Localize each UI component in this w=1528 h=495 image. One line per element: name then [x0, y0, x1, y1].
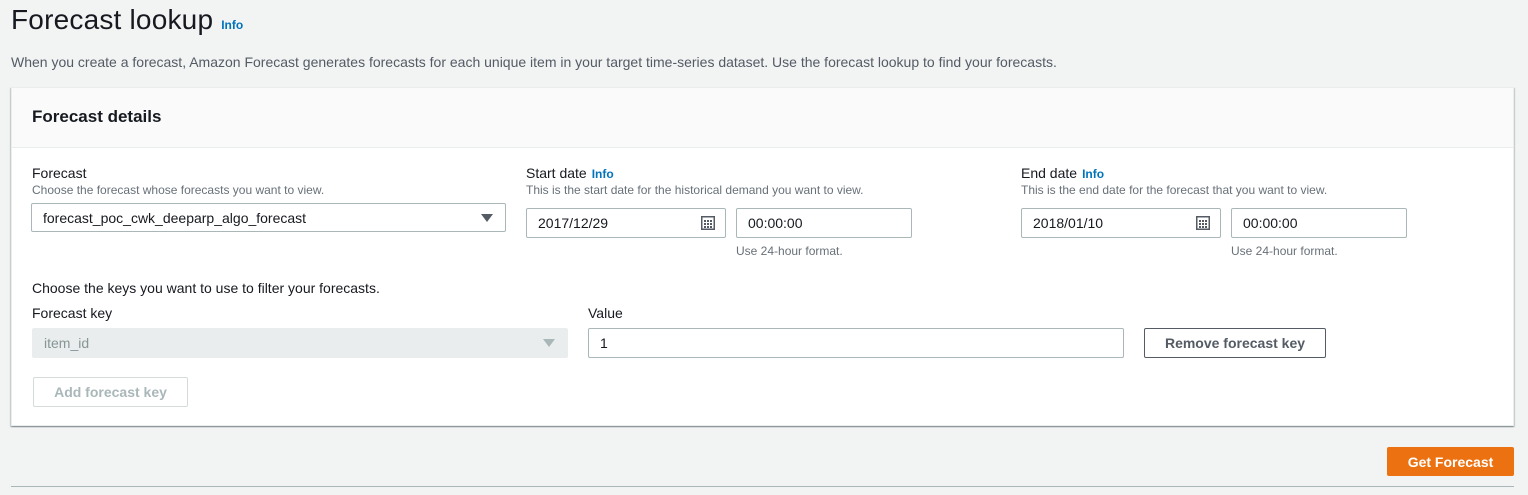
forecast-select-value: forecast_poc_cwk_deeparp_algo_forecast: [43, 209, 307, 226]
forecast-key-label: Forecast key: [32, 305, 113, 321]
page-description: When you create a forecast, Amazon Forec…: [11, 54, 1057, 70]
forecast-label-text: Forecast: [32, 165, 87, 181]
page-header: Forecast lookup Info: [11, 4, 243, 36]
start-date-label-text: Start date: [526, 165, 587, 181]
end-date-label: End date Info: [1021, 165, 1104, 181]
keys-intro: Choose the keys you want to use to filte…: [32, 280, 380, 296]
end-date-input[interactable]: 2018/01/10: [1021, 208, 1221, 238]
end-date-description: This is the end date for the forecast th…: [1021, 183, 1328, 197]
start-date-input[interactable]: 2017/12/29: [526, 208, 726, 238]
end-date-info-link[interactable]: Info: [1082, 167, 1104, 181]
get-forecast-button[interactable]: Get Forecast: [1387, 447, 1514, 476]
end-date-label-text: End date: [1021, 165, 1078, 181]
start-time-hint: Use 24-hour format.: [736, 244, 843, 258]
caret-down-icon: [543, 339, 555, 347]
page-title: Forecast lookup: [11, 4, 214, 35]
bottom-divider: [11, 486, 1514, 487]
forecast-label: Forecast: [32, 165, 86, 181]
value-label: Value: [588, 305, 623, 321]
calendar-icon[interactable]: [1196, 216, 1210, 230]
remove-forecast-key-button[interactable]: Remove forecast key: [1144, 328, 1326, 358]
start-date-info-link[interactable]: Info: [592, 167, 614, 181]
page-info-link[interactable]: Info: [221, 18, 243, 32]
add-forecast-key-button: Add forecast key: [33, 377, 188, 407]
forecast-details-panel: Forecast details Forecast Choose the for…: [11, 87, 1514, 426]
end-time-value: 00:00:00: [1243, 215, 1298, 231]
forecast-select[interactable]: forecast_poc_cwk_deeparp_algo_forecast: [31, 203, 506, 232]
start-date-label: Start date Info: [526, 165, 614, 181]
forecast-key-select: item_id: [32, 328, 568, 358]
start-time-value: 00:00:00: [748, 215, 803, 231]
calendar-icon[interactable]: [701, 216, 715, 230]
panel-title: Forecast details: [32, 107, 162, 126]
forecast-key-value-input[interactable]: 1: [588, 328, 1124, 358]
start-date-description: This is the start date for the historica…: [526, 183, 864, 197]
start-date-value: 2017/12/29: [538, 215, 609, 231]
forecast-key-value: item_id: [44, 335, 90, 351]
start-time-input[interactable]: 00:00:00: [736, 208, 912, 238]
forecast-lookup-page: Forecast lookup Info When you create a f…: [0, 0, 1528, 495]
forecast-description: Choose the forecast whose forecasts you …: [32, 183, 325, 197]
forecast-key-value-text: 1: [600, 335, 608, 351]
panel-header: Forecast details: [12, 88, 1513, 148]
end-time-input[interactable]: 00:00:00: [1231, 208, 1407, 238]
end-date-value: 2018/01/10: [1033, 215, 1104, 231]
end-time-hint: Use 24-hour format.: [1231, 244, 1338, 258]
caret-down-icon: [481, 213, 493, 222]
